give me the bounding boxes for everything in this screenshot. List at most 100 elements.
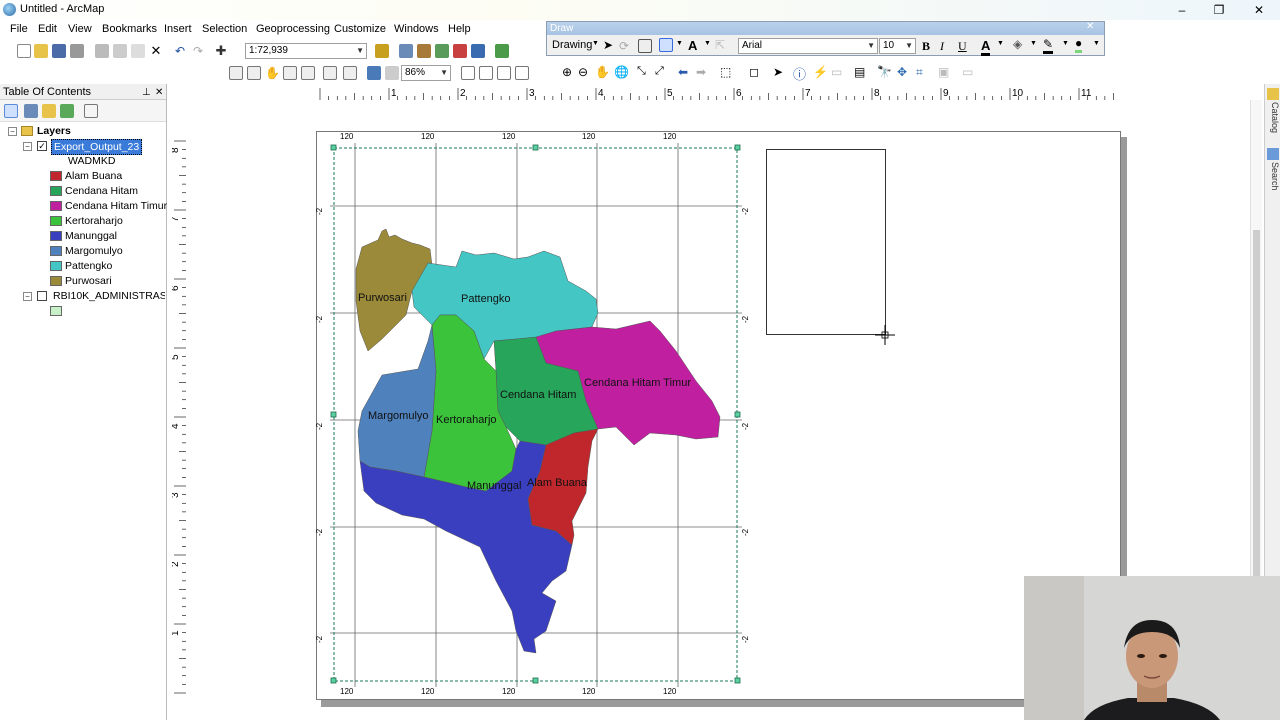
collapse-layers-icon[interactable]: −	[8, 127, 17, 136]
legend-label-manunggal[interactable]: Manunggal	[65, 230, 117, 242]
scrollbar-thumb[interactable]	[1253, 230, 1260, 620]
selection-handle[interactable]	[330, 411, 337, 418]
legend-label-cendana-hitam-timur[interactable]: Cendana Hitam Timur	[65, 200, 167, 212]
menu-view[interactable]: View	[68, 23, 92, 35]
search-window-icon[interactable]	[435, 44, 449, 58]
legend-label-cendana-hitam[interactable]: Cendana Hitam	[65, 185, 138, 197]
menu-selection[interactable]: Selection	[202, 23, 247, 35]
pan-page-icon[interactable]: ✋	[265, 66, 280, 80]
layout-zoom-combo[interactable]: 86% ▼	[401, 65, 451, 81]
print-icon[interactable]	[70, 44, 84, 58]
go-forward-extent-icon[interactable]	[385, 66, 399, 80]
map-data-frame[interactable]: Purwosari Pattengko Cendana Hitam Cendan…	[316, 131, 756, 703]
draw-toolbar-close-icon[interactable]: ✕	[1086, 21, 1094, 32]
add-data-icon[interactable]: ✚	[214, 44, 228, 58]
list-by-drawing-order-icon[interactable]	[4, 104, 18, 118]
rectangle-tool-icon[interactable]	[659, 38, 673, 52]
toc-close-icon[interactable]: ✕	[155, 85, 163, 101]
toc-options-icon[interactable]	[84, 104, 98, 118]
drawing-menu[interactable]: Drawing	[552, 39, 592, 51]
selection-handle[interactable]	[532, 144, 539, 151]
rotate-icon[interactable]: ⟳	[619, 39, 629, 53]
legend-label-pattengko[interactable]: Pattengko	[65, 260, 112, 272]
time-slider-icon[interactable]: ▣	[938, 65, 949, 79]
selection-handle[interactable]	[734, 411, 741, 418]
zoom-in-icon[interactable]: ⊕	[562, 65, 572, 79]
selection-handle[interactable]	[734, 144, 741, 151]
html-popup-icon[interactable]: ▭	[831, 65, 842, 79]
dataframe-layers-label[interactable]: Layers	[37, 125, 71, 137]
zoom-to-selected-icon[interactable]	[638, 39, 652, 53]
fixed-zoom-in-map-icon[interactable]: ⤡	[637, 65, 646, 78]
marker-color-icon[interactable]: ●	[1075, 36, 1083, 53]
delete-icon[interactable]: ✕	[149, 44, 163, 58]
minimize-button[interactable]: –	[1172, 2, 1192, 18]
redo-icon[interactable]: ↷	[191, 44, 205, 58]
selection-handle[interactable]	[532, 677, 539, 684]
go-back-extent-icon[interactable]	[367, 66, 381, 80]
map-scale-combo[interactable]: 1:72,939 ▼	[245, 43, 367, 59]
identify-icon[interactable]: ⓘ	[793, 64, 806, 83]
fixed-zoom-out-icon[interactable]	[343, 66, 357, 80]
arctoolbox-icon[interactable]	[453, 44, 467, 58]
forward-arrow-icon[interactable]: ➡	[696, 65, 706, 79]
font-combo[interactable]: Arial ▼	[738, 38, 878, 54]
legend-label-margomulyo[interactable]: Margomulyo	[65, 245, 123, 257]
find-icon[interactable]: 🔭	[877, 65, 892, 79]
list-by-selection-icon[interactable]	[60, 104, 74, 118]
list-by-visibility-icon[interactable]	[42, 104, 56, 118]
zoom-whole-page-icon[interactable]	[283, 66, 297, 80]
zoom-out-page-icon[interactable]	[247, 66, 261, 80]
bold-button[interactable]: B	[922, 39, 930, 54]
copy-icon[interactable]	[113, 44, 127, 58]
zoom-in-page-icon[interactable]	[229, 66, 243, 80]
select-elements-icon[interactable]: ➤	[603, 38, 613, 52]
search-tab[interactable]: Search	[1266, 162, 1280, 191]
layer-visibility-checkbox[interactable]: ✓	[37, 141, 47, 151]
back-arrow-icon[interactable]: ⬅	[678, 65, 688, 79]
list-by-source-icon[interactable]	[24, 104, 38, 118]
layer2-visibility-checkbox[interactable]	[37, 291, 47, 301]
menu-edit[interactable]: Edit	[38, 23, 57, 35]
pan-icon[interactable]: ✋	[595, 65, 610, 79]
new-document-icon[interactable]	[17, 44, 31, 58]
fixed-zoom-in-icon[interactable]	[323, 66, 337, 80]
layer-name-rbi10k[interactable]: RBI10K_ADMINISTRASI_D	[53, 290, 165, 302]
legend-label-purwosari[interactable]: Purwosari	[65, 275, 112, 287]
menu-file[interactable]: File	[10, 23, 28, 35]
selection-handle[interactable]	[330, 677, 337, 684]
catalog-tab[interactable]: Catalog	[1266, 102, 1280, 133]
layer-name-export-output[interactable]: Export_Output_23	[51, 139, 143, 155]
legend-label-kertoraharjo[interactable]: Kertoraharjo	[65, 215, 123, 227]
selection-handle[interactable]	[330, 144, 337, 151]
find-route-icon[interactable]: ✥	[897, 65, 907, 79]
select-features-icon[interactable]: ⬚	[720, 65, 731, 79]
create-viewer-icon[interactable]: ▭	[962, 65, 973, 79]
close-window-button[interactable]: ✕	[1249, 2, 1269, 18]
undo-icon[interactable]: ↶	[173, 44, 187, 58]
go-to-xy-icon[interactable]: ⌗	[916, 65, 923, 80]
model-builder-icon[interactable]	[495, 44, 509, 58]
menu-bookmarks[interactable]: Bookmarks	[102, 23, 157, 35]
menu-windows[interactable]: Windows	[394, 23, 439, 35]
change-layout-icon[interactable]	[497, 66, 511, 80]
line-color-icon[interactable]: ✎	[1043, 37, 1054, 54]
save-icon[interactable]	[52, 44, 66, 58]
fixed-zoom-out-map-icon[interactable]: ⤢	[655, 65, 664, 78]
open-folder-icon[interactable]	[34, 44, 48, 58]
maximize-button[interactable]: ❐	[1209, 2, 1229, 18]
menu-customize[interactable]: Customize	[334, 23, 386, 35]
zoom-100-icon[interactable]	[301, 66, 315, 80]
pin-icon[interactable]: ⊥	[142, 85, 151, 101]
hyperlink-icon[interactable]: ⚡	[813, 65, 828, 79]
data-driven-pages-icon[interactable]	[515, 66, 529, 80]
text-tool-icon[interactable]: A	[688, 38, 697, 53]
menu-help[interactable]: Help	[448, 23, 471, 35]
measure-icon[interactable]: ▤	[854, 65, 865, 79]
menu-geoprocessing[interactable]: Geoprocessing	[256, 23, 330, 35]
table-icon[interactable]	[399, 44, 413, 58]
select-elements-map-icon[interactable]: ➤	[773, 65, 783, 79]
focus-data-frame-icon[interactable]	[479, 66, 493, 80]
collapse-layer2-icon[interactable]: −	[23, 292, 32, 301]
italic-button[interactable]: I	[940, 39, 944, 54]
